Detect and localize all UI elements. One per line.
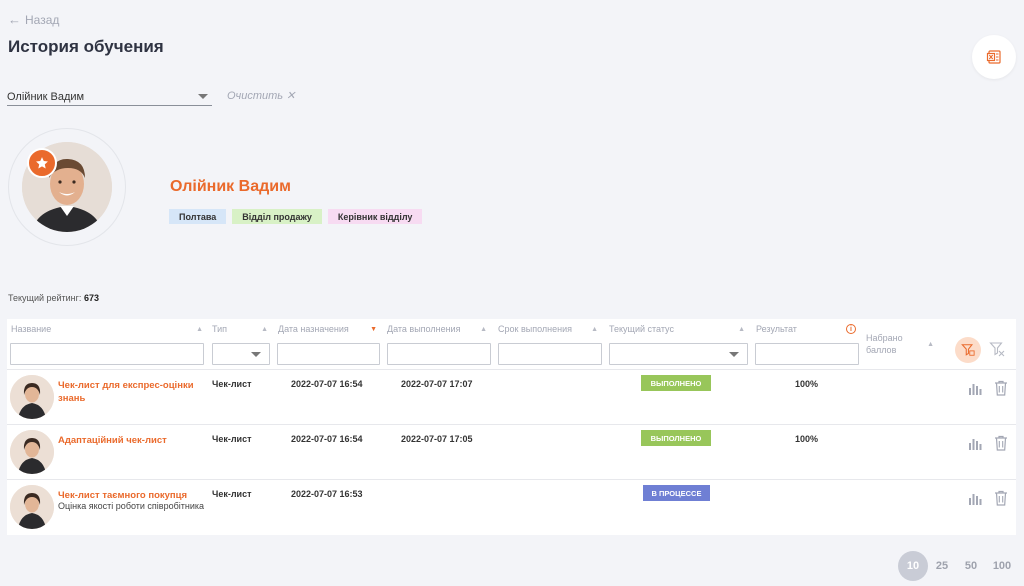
profile-avatar-frame — [8, 128, 126, 246]
filter-type-select[interactable] — [212, 343, 270, 365]
column-header-assigned-date[interactable]: Дата назначения ▼ — [278, 324, 377, 334]
tag-city: Полтава — [169, 209, 227, 224]
back-label: Назад — [25, 12, 60, 27]
column-header-status[interactable]: Текущий статус ▲︎ — [609, 324, 745, 334]
user-select[interactable]: Олійник Вадим — [7, 90, 212, 106]
row-type: Чек-лист — [212, 379, 252, 389]
trash-icon[interactable] — [994, 380, 1008, 396]
sort-icon: ▲︎ — [480, 325, 487, 333]
row-assigned-date: 2022-07-07 16:54 — [291, 434, 363, 444]
tag-department: Відділ продажу — [232, 209, 322, 224]
row-result: 100% — [795, 379, 819, 389]
filter-clear-icon — [989, 342, 1005, 357]
chevron-down-icon — [251, 352, 261, 357]
sort-desc-icon: ▼ — [370, 325, 377, 333]
status-badge: ВЫПОЛНЕНО — [641, 430, 711, 446]
row-completed-date: 2022-07-07 17:05 — [401, 434, 473, 444]
export-excel-button[interactable] — [972, 35, 1016, 79]
user-select-value: Олійник Вадим — [7, 90, 85, 103]
sort-icon: ▲︎ — [261, 325, 268, 333]
profile-name: Олійник Вадим — [170, 178, 291, 195]
row-type: Чек-лист — [212, 489, 252, 499]
profile-tags: Полтава Відділ продажу Керівник відділу — [169, 209, 423, 224]
table-row: Чек-лист для експрес-оцінки знань Чек-ли… — [7, 369, 1016, 424]
filter-assigned-date-input[interactable] — [277, 343, 380, 365]
avatar — [10, 375, 54, 419]
row-result: 100% — [795, 434, 819, 444]
filter-icon — [961, 344, 975, 356]
filter-name-input[interactable] — [10, 343, 204, 365]
bar-chart-icon[interactable] — [968, 491, 984, 505]
column-header-result[interactable]: Результат i — [756, 324, 856, 334]
avatar — [10, 485, 54, 529]
rating-value: 673 — [83, 293, 99, 303]
excel-icon — [986, 50, 1001, 64]
column-header-score[interactable]: Набрано баллов ▲︎ — [866, 332, 934, 356]
page-size-100[interactable]: 100 — [990, 558, 1014, 574]
status-badge: В ПРОЦЕССЕ — [643, 485, 710, 501]
arrow-left-icon: ← — [8, 12, 21, 27]
avatar — [10, 430, 54, 474]
sort-icon: ▲︎ — [591, 325, 598, 333]
filter-completed-date-input[interactable] — [387, 343, 491, 365]
row-title-link[interactable]: Чек-лист для експрес-оцінки знань — [58, 379, 208, 405]
table-row: Чек-лист таємного покупця Оцінка якості … — [7, 479, 1016, 534]
column-header-name[interactable]: Название ▲︎ — [11, 324, 203, 334]
clear-button[interactable]: Очистить ✕ — [227, 89, 295, 102]
page-size-50[interactable]: 50 — [962, 558, 980, 574]
bar-chart-icon[interactable] — [968, 436, 984, 450]
filter-status-select[interactable] — [609, 343, 748, 365]
column-header-deadline[interactable]: Срок выполнения ▲︎ — [498, 324, 598, 334]
column-header-type[interactable]: Тип ▲︎ — [212, 324, 268, 334]
row-completed-date: 2022-07-07 17:07 — [401, 379, 473, 389]
star-icon — [27, 148, 57, 178]
tag-position: Керівник відділу — [327, 209, 423, 224]
table-row: Адаптаційний чек-лист Чек-лист 2022-07-0… — [7, 424, 1016, 479]
trash-icon[interactable] — [994, 435, 1008, 451]
sort-icon: ▲︎ — [196, 325, 203, 333]
clear-label: Очистить — [227, 90, 284, 102]
row-type: Чек-лист — [212, 434, 252, 444]
chevron-down-icon — [198, 94, 208, 99]
filter-deadline-input[interactable] — [498, 343, 602, 365]
back-link[interactable]: ← Назад — [8, 12, 59, 27]
row-assigned-date: 2022-07-07 16:54 — [291, 379, 363, 389]
trash-icon[interactable] — [994, 490, 1008, 506]
close-icon: ✕ — [286, 90, 296, 102]
sort-icon: ▲︎ — [738, 325, 745, 333]
history-table: Название ▲︎ Тип ▲︎ Дата назначения ▼ Дата в… — [7, 319, 1016, 535]
bar-chart-icon[interactable] — [968, 381, 984, 395]
info-icon[interactable]: i — [846, 324, 856, 334]
sort-icon: ▲︎ — [927, 340, 934, 348]
page-size-25[interactable]: 25 — [933, 558, 951, 574]
page-size-10[interactable]: 10 — [898, 551, 928, 581]
chevron-down-icon — [729, 352, 739, 357]
status-badge: ВЫПОЛНЕНО — [641, 375, 711, 391]
row-title-link[interactable]: Адаптаційний чек-лист — [58, 434, 208, 447]
page-title: История обучения — [8, 37, 164, 56]
reset-filter-button[interactable] — [989, 341, 1005, 362]
apply-filter-button[interactable] — [955, 337, 981, 363]
rating-label: Текущий рейтинг: — [8, 293, 82, 303]
row-assigned-date: 2022-07-07 16:53 — [291, 489, 363, 499]
row-subtitle: Оцінка якості роботи співробітника — [58, 501, 205, 511]
column-header-completed-date[interactable]: Дата выполнения ▲︎ — [387, 324, 487, 334]
filter-result-input[interactable] — [755, 343, 859, 365]
current-rating: Текущий рейтинг: 673 — [8, 293, 99, 303]
